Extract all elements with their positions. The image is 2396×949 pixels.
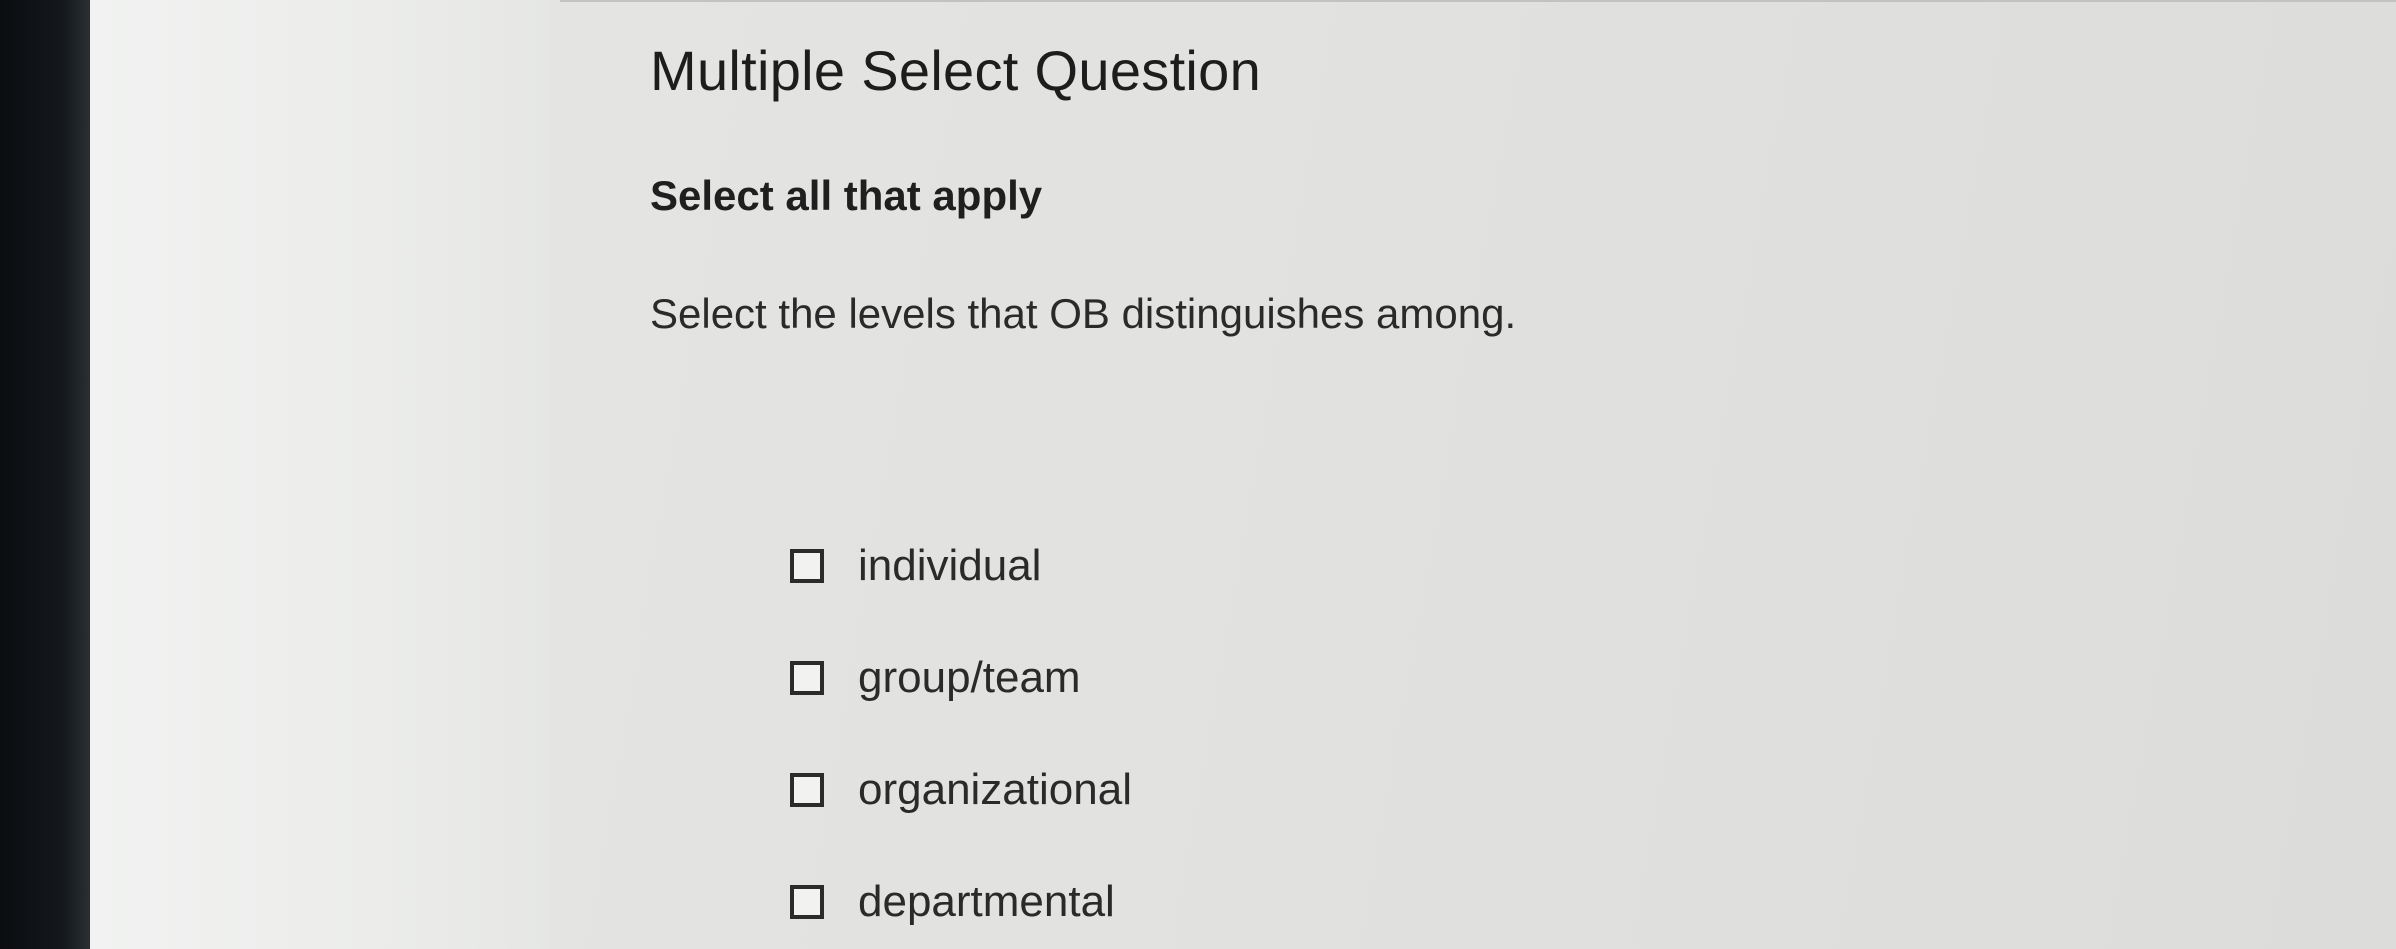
option-label: departmental	[858, 877, 1115, 926]
top-divider	[560, 0, 2396, 2]
monitor-bezel	[0, 0, 90, 949]
screen: Multiple Select Question Select all that…	[0, 0, 2396, 949]
option-individual[interactable]: individual	[790, 510, 1132, 622]
checkbox[interactable]	[790, 773, 824, 807]
option-departmental[interactable]: departmental	[790, 846, 1132, 949]
question-type-title: Multiple Select Question	[650, 39, 1262, 102]
option-group-team[interactable]: group/team	[790, 622, 1132, 734]
left-sidebar-area	[90, 0, 550, 949]
option-label: organizational	[858, 765, 1132, 814]
option-label: group/team	[858, 653, 1081, 702]
option-organizational[interactable]: organizational	[790, 734, 1132, 846]
checkbox[interactable]	[790, 549, 824, 583]
answer-options: individual group/team organizational dep…	[790, 510, 1132, 949]
question-prompt: Select the levels that OB distinguishes …	[650, 290, 1517, 337]
checkbox[interactable]	[790, 885, 824, 919]
checkbox[interactable]	[790, 661, 824, 695]
instruction-text: Select all that apply	[650, 172, 1043, 219]
option-label: individual	[858, 541, 1042, 590]
